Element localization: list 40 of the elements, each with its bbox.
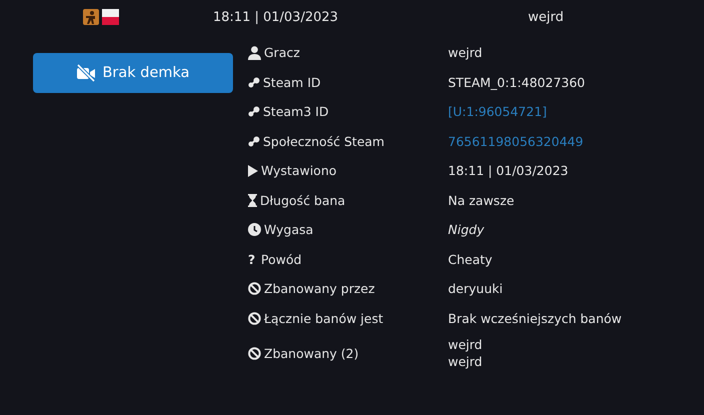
no-demo-button[interactable]: Brak demka [33,53,233,93]
question-icon: ? [248,252,258,267]
field-value: Cheaty [448,252,492,267]
ban-icon [248,282,261,296]
field-label: Długość bana [260,192,346,208]
field-value: deryuuki [448,281,503,296]
field-value: wejrd [448,337,482,352]
field-label: Łącznie banów jest [264,310,384,326]
field-label: Steam ID [263,74,321,90]
field-value: wejrd [448,45,482,60]
field-label: Gracz [264,45,300,60]
user-icon [248,46,261,60]
ban-icon [248,346,261,360]
ban-date: 18:11 | 01/03/2023 [213,10,340,24]
field-link[interactable]: [U:1:96054721] [448,104,547,120]
steam-icon [248,76,260,88]
field-value: 18:11 | 01/03/2023 [448,163,568,178]
field-label: Zbanowany przez [264,281,375,296]
field-value: Nigdy [448,222,484,238]
clock-icon [248,223,261,236]
hourglass-icon [248,194,257,207]
field-label: Wygasa [264,222,314,238]
field-label: Powód [261,252,302,267]
field-label: Wystawiono [261,163,337,178]
video-off-icon [76,64,96,82]
field-label: Zbanowany (2) [264,346,359,360]
field-value: Na zawsze [448,192,514,208]
flag-icon [102,9,119,25]
field-label: Społeczność Steam [263,134,384,149]
play-icon [248,164,258,177]
field-link[interactable]: 76561198056320449 [448,134,584,149]
game-icon [83,9,99,25]
player-name: wejrd [528,10,564,24]
ban-icon [248,312,261,325]
field-value: STEAM_0:1:48027360 [448,74,586,90]
field-value: Brak wcześniejszych banów [448,310,622,326]
field-value: wejrd [448,354,482,369]
steam-icon [248,136,260,147]
field-label: Steam3 ID [263,104,329,120]
steam-icon [248,106,260,118]
